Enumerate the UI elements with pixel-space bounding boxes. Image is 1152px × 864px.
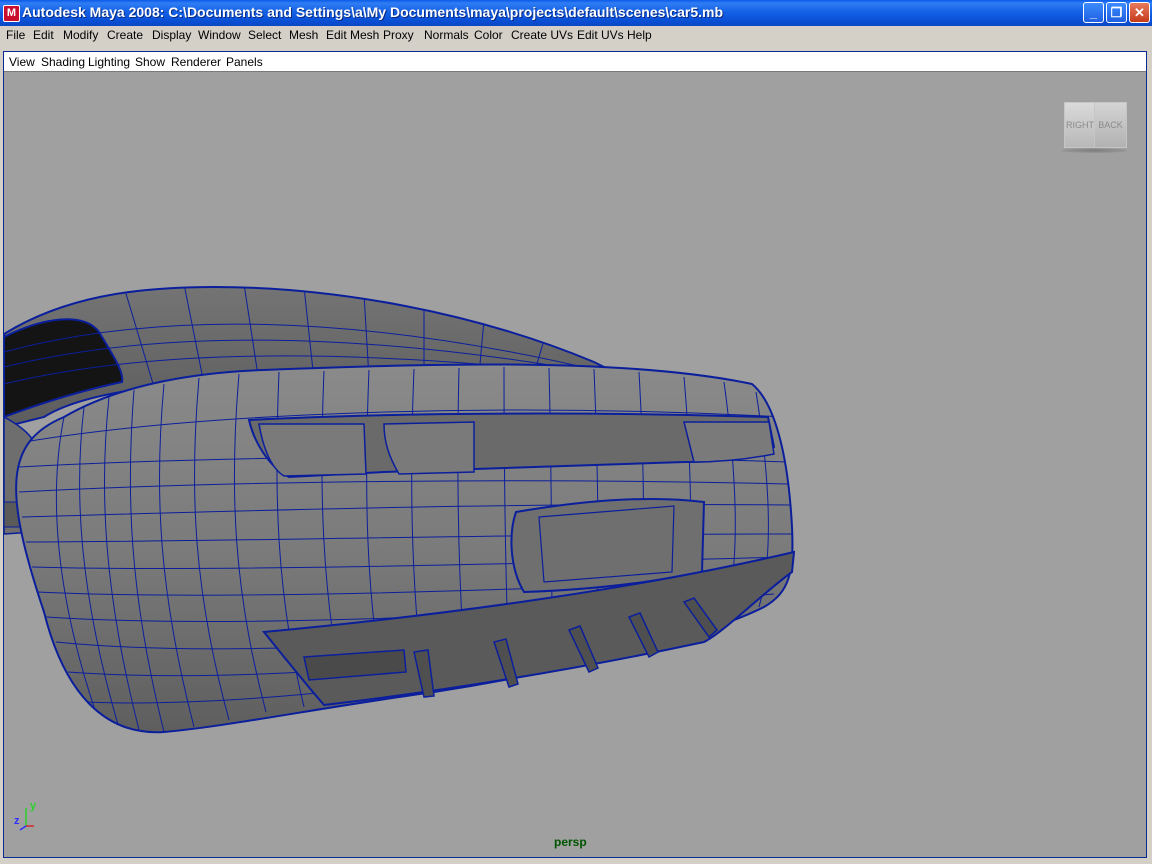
close-button[interactable]: ✕ — [1129, 2, 1150, 23]
panel-menu-shading[interactable]: Shading — [41, 55, 85, 69]
menu-file[interactable]: File — [6, 28, 25, 42]
menu-create-uvs[interactable]: Create UVs — [511, 28, 573, 42]
title-bar: M Autodesk Maya 2008: C:\Documents and S… — [0, 0, 1152, 26]
menu-display[interactable]: Display — [152, 28, 191, 42]
view-cube-back-face[interactable]: BACK — [1094, 102, 1127, 148]
menu-color[interactable]: Color — [474, 28, 503, 42]
view-cube[interactable]: RIGHT BACK — [1061, 102, 1129, 154]
panel-menu-view[interactable]: View — [9, 55, 35, 69]
menu-mesh[interactable]: Mesh — [289, 28, 318, 42]
axis-z-label: z — [14, 815, 20, 827]
main-menu-bar: File Edit Modify Create Display Window S… — [0, 26, 1152, 46]
taillight-right — [683, 421, 775, 463]
perspective-viewport[interactable]: RIGHT BACK y z persp — [4, 72, 1146, 857]
menu-modify[interactable]: Modify — [63, 28, 98, 42]
menu-edit[interactable]: Edit — [33, 28, 54, 42]
view-cube-right-face[interactable]: RIGHT — [1064, 102, 1096, 148]
axis-gizmo: y z — [14, 800, 44, 832]
menu-window[interactable]: Window — [198, 28, 241, 42]
car-model[interactable] — [4, 72, 1146, 857]
menu-create[interactable]: Create — [107, 28, 143, 42]
maya-app-icon[interactable]: M — [3, 5, 20, 22]
panel-menu-renderer[interactable]: Renderer — [171, 55, 221, 69]
taillight-left — [258, 423, 367, 477]
axis-y-label: y — [30, 800, 37, 812]
panel-menu-lighting[interactable]: Lighting — [88, 55, 130, 69]
panel-menu-show[interactable]: Show — [135, 55, 165, 69]
taillight-mid-left — [383, 421, 475, 475]
window-title: Autodesk Maya 2008: C:\Documents and Set… — [22, 4, 723, 20]
menu-normals[interactable]: Normals — [424, 28, 469, 42]
menu-edit-mesh[interactable]: Edit Mesh — [326, 28, 379, 42]
restore-button[interactable]: ❐ — [1106, 2, 1127, 23]
menu-proxy[interactable]: Proxy — [383, 28, 414, 42]
menu-edit-uvs[interactable]: Edit UVs — [577, 28, 624, 42]
panel-menu-bar: View Shading Lighting Show Renderer Pane… — [4, 52, 1146, 72]
view-cube-shadow — [1061, 148, 1127, 153]
menu-select[interactable]: Select — [248, 28, 281, 42]
camera-name-label: persp — [554, 835, 587, 849]
panel-menu-panels[interactable]: Panels — [226, 55, 263, 69]
menu-help[interactable]: Help — [627, 28, 652, 42]
minimize-button[interactable]: _ — [1083, 2, 1104, 23]
